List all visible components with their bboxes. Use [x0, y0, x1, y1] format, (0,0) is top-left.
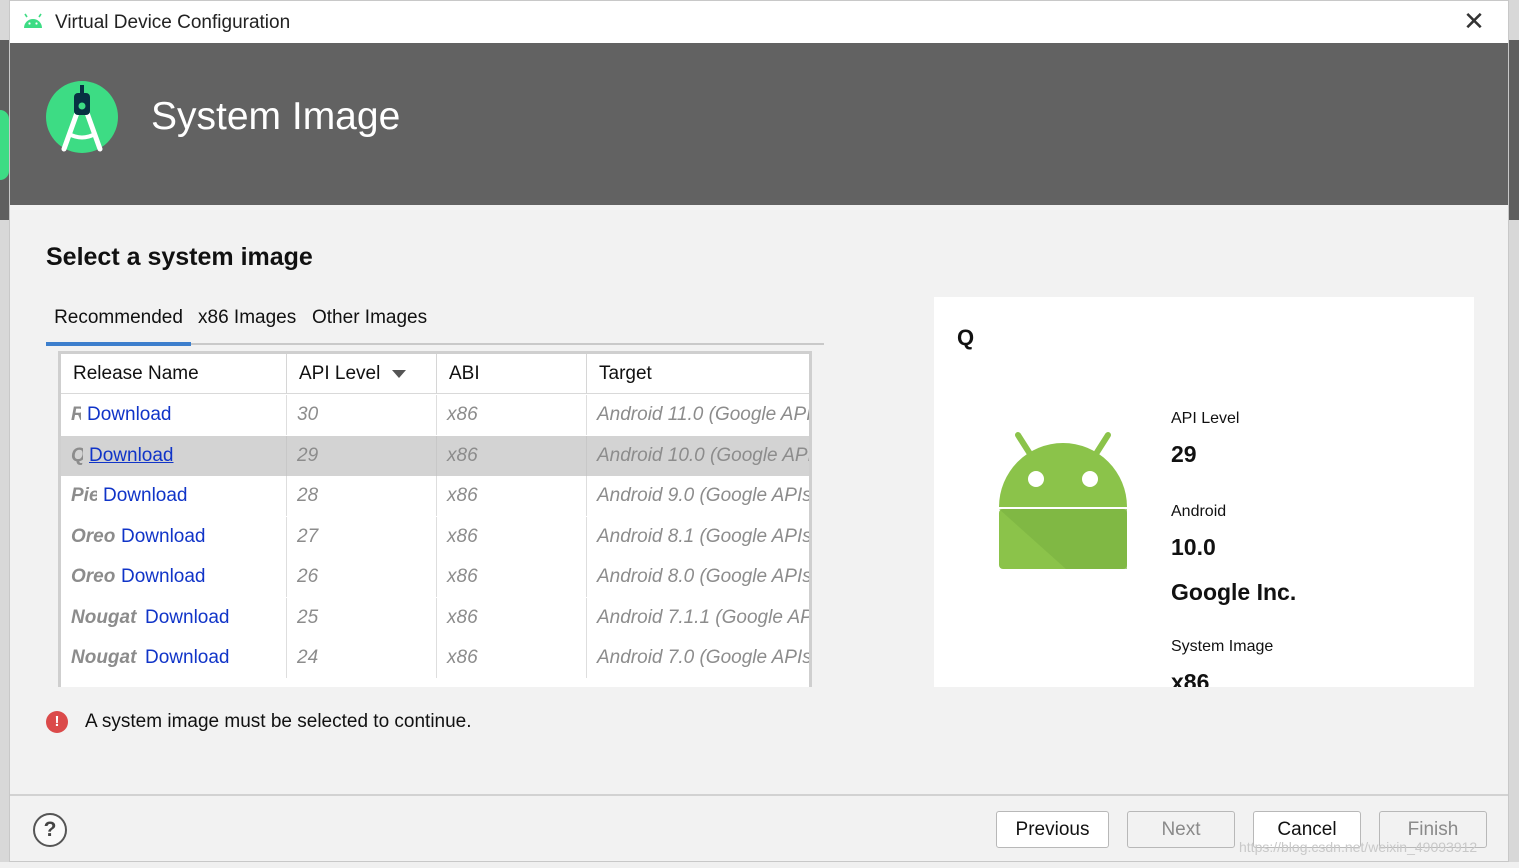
api-level-cell: 29 — [287, 435, 437, 476]
header-banner: System Image — [10, 43, 1508, 205]
system-image-details-panel: Q API Level 29 Android 10.0 Google Inc. … — [934, 297, 1474, 687]
api-level-value: 29 — [1171, 441, 1197, 467]
download-link[interactable]: Download — [103, 485, 188, 506]
background-window-left-edge — [0, 0, 9, 868]
table-row[interactable]: Q Download 29x86Android 10.0 (Google APIs) — [61, 435, 809, 476]
table-row[interactable]: Nougat Download 24 x86 Android 7.0 (Google A… — [61, 638, 809, 678]
title-bar[interactable]: Virtual Device Configuration ✕ — [10, 1, 1508, 43]
target-cell: Android 9.0 (Google APIs) — [587, 476, 809, 516]
table-row[interactable]: Oreo Download 27 x86 Android 8.1 (Google API… — [61, 516, 809, 557]
abi-cell: x86 — [437, 516, 587, 557]
column-header-abi[interactable]: ABI — [437, 354, 587, 394]
api-level-cell: 30 — [287, 395, 437, 435]
download-link[interactable]: Download — [121, 526, 206, 547]
system-image-table: Release Name API Level ABI Target R Downl… — [58, 351, 812, 687]
section-title: Select a system image — [46, 243, 313, 271]
background-window-bottom-edge — [0, 862, 1519, 868]
abi-cell: x86 — [437, 476, 587, 516]
column-header-label: ABI — [449, 363, 480, 384]
watermark-text: https://blog.csdn.net/weixin_49093912 — [1239, 839, 1478, 855]
android-head-icon — [24, 13, 42, 28]
error-icon: ! — [46, 711, 68, 733]
release-name-cell: Oreo Download — [61, 557, 287, 597]
release-name-cell: Nougat Download — [61, 638, 287, 678]
download-link[interactable]: Download — [145, 647, 230, 668]
help-icon[interactable]: ? — [33, 813, 67, 847]
release-codename: Nougat — [71, 647, 137, 668]
background-window-right-edge — [1509, 0, 1519, 868]
release-codename: R — [71, 395, 81, 435]
android-label: Android — [1171, 503, 1227, 520]
api-level-cell: 26 — [287, 557, 437, 597]
column-header-label: Release Name — [73, 363, 199, 384]
abi-cell: x86 — [437, 395, 587, 435]
tab-other-images[interactable]: Other Images — [312, 305, 427, 345]
column-header-api-level[interactable]: API Level — [287, 354, 437, 394]
column-header-target[interactable]: Target — [587, 354, 809, 394]
target-cell: Android 8.0 (Google APIs) — [587, 557, 809, 597]
column-header-release-name[interactable]: Release Name — [61, 354, 287, 394]
api-level-label: API Level — [1171, 410, 1240, 427]
system-image-label: System Image — [1171, 638, 1274, 655]
virtual-device-configuration-dialog: Virtual Device Configuration ✕ System Im… — [9, 0, 1509, 862]
table-row[interactable]: Pie Download 28 x86 Android 9.0 (Google APIs… — [61, 476, 809, 516]
table-header: Release Name API Level ABI Target — [61, 354, 809, 394]
tab-recommended[interactable]: Recommended — [46, 305, 191, 346]
download-link[interactable]: Download — [121, 566, 206, 587]
abi-cell: x86 — [437, 557, 587, 597]
table-row[interactable]: Nougat Download 25 x86 Android 7.1.1 (Google… — [61, 597, 809, 638]
sort-descending-icon — [392, 369, 407, 378]
error-message: A system image must be selected to conti… — [85, 711, 472, 732]
api-level-cell: 24 — [287, 638, 437, 678]
close-icon[interactable]: ✕ — [1460, 7, 1488, 35]
release-name-cell: Nougat Download — [61, 597, 287, 638]
details-release-name: Q — [957, 325, 975, 350]
image-category-tabs: Recommended x86 Images Other Images — [46, 305, 824, 346]
api-level-cell: 25 — [287, 597, 437, 638]
abi-cell: x86 — [437, 435, 587, 476]
page-heading: System Image — [151, 95, 401, 138]
footer-divider — [10, 794, 1508, 796]
release-name-cell: R Download — [61, 395, 287, 435]
download-link[interactable]: Download — [145, 607, 230, 628]
table-row[interactable]: Oreo Download 26 x86 Android 8.0 (Google API… — [61, 557, 809, 597]
android-studio-logo-icon — [46, 81, 118, 153]
release-name-cell: Pie Download — [61, 476, 287, 516]
window-title: Virtual Device Configuration — [55, 12, 291, 33]
abi-cell: x86 — [437, 597, 587, 638]
api-level-cell: 28 — [287, 476, 437, 516]
target-cell: Android 7.1.1 (Google APIs) — [587, 598, 809, 638]
vendor-value: Google Inc. — [1171, 579, 1297, 605]
previous-button[interactable]: Previous — [996, 811, 1109, 848]
target-cell: Android 11.0 (Google APIs) — [587, 395, 809, 435]
column-header-label: API Level — [299, 363, 381, 384]
release-name-cell: Q Download — [61, 435, 287, 476]
release-codename: Q — [71, 436, 83, 476]
table-row[interactable]: R Download 30x86Android 11.0 (Google APIs) — [61, 395, 809, 435]
abi-cell: x86 — [437, 638, 587, 678]
next-button[interactable]: Next — [1127, 811, 1235, 848]
android-robot-icon — [999, 432, 1127, 569]
release-codename: Oreo — [71, 566, 115, 587]
release-codename: Pie — [71, 485, 97, 506]
release-name-cell: Oreo Download — [61, 516, 287, 557]
target-cell: Android 7.0 (Google APIs) — [587, 638, 809, 678]
tab-x86-images[interactable]: x86 Images — [198, 305, 296, 345]
android-version-value: 10.0 — [1171, 534, 1216, 560]
system-image-value: x86 — [1171, 669, 1210, 687]
download-link[interactable]: Download — [89, 445, 174, 466]
target-cell: Android 10.0 (Google APIs) — [587, 436, 809, 476]
api-level-cell: 27 — [287, 516, 437, 557]
target-cell: Android 8.1 (Google APIs) — [587, 517, 809, 557]
column-header-label: Target — [599, 363, 652, 384]
release-codename: Oreo — [71, 525, 115, 547]
release-codename: Nougat — [71, 606, 137, 628]
download-link[interactable]: Download — [87, 404, 172, 425]
